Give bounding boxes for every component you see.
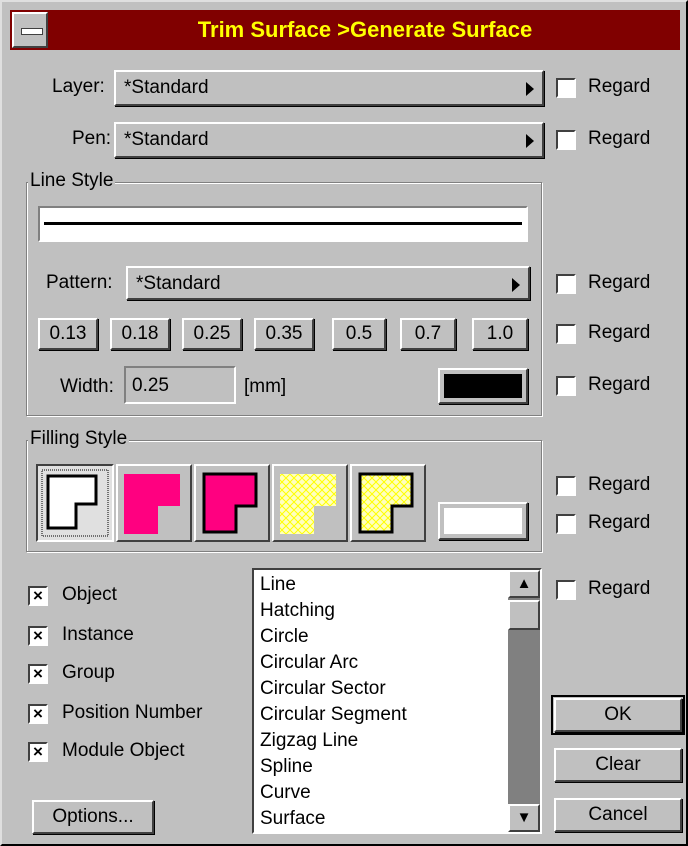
list-item[interactable]: Hatching bbox=[260, 598, 335, 624]
fill-regard-label-2: Regard bbox=[588, 512, 651, 533]
list-item[interactable]: Curve bbox=[260, 780, 311, 806]
list-regard-label: Regard bbox=[588, 578, 651, 599]
pattern-regard-checkbox[interactable] bbox=[556, 274, 576, 294]
object-checkbox[interactable]: × bbox=[28, 586, 48, 606]
pen-regard-checkbox[interactable] bbox=[556, 130, 576, 150]
instance-checkbox[interactable]: × bbox=[28, 626, 48, 646]
list-item[interactable]: Circular Segment bbox=[260, 702, 407, 728]
pattern-value: *Standard bbox=[136, 273, 221, 294]
group-checkbox[interactable]: × bbox=[28, 664, 48, 684]
layer-value: *Standard bbox=[124, 77, 209, 98]
clear-button[interactable]: Clear bbox=[554, 748, 682, 782]
layer-combo[interactable]: *Standard bbox=[114, 70, 544, 106]
width-button-0.35[interactable]: 0.35 bbox=[254, 318, 314, 350]
trim-surface-dialog: Trim Surface >Generate Surface Layer: *S… bbox=[0, 0, 688, 846]
fill-style-pattern-button[interactable] bbox=[272, 464, 348, 542]
layer-regard-checkbox[interactable] bbox=[556, 78, 576, 98]
scroll-down-icon[interactable]: ▼ bbox=[508, 804, 540, 832]
fill-regard-checkbox-1[interactable] bbox=[556, 476, 576, 496]
window-title: Trim Surface >Generate Surface bbox=[197, 17, 533, 42]
module-object-checkbox[interactable]: × bbox=[28, 742, 48, 762]
pen-label: Pen: bbox=[72, 128, 112, 149]
fill-outline-icon bbox=[41, 469, 109, 537]
cancel-button[interactable]: Cancel bbox=[554, 798, 682, 832]
fill-style-magenta-button[interactable] bbox=[116, 464, 192, 542]
object-label: Object bbox=[62, 584, 117, 605]
widths-regard-checkbox[interactable] bbox=[556, 324, 576, 344]
position-number-label: Position Number bbox=[62, 702, 203, 723]
fill-color-button[interactable] bbox=[438, 502, 528, 540]
module-object-label: Module Object bbox=[62, 740, 185, 761]
filling-style-title: Filling Style bbox=[28, 428, 130, 450]
pattern-combo[interactable]: *Standard bbox=[126, 266, 530, 300]
list-item[interactable]: Line bbox=[260, 572, 296, 598]
combo-arrow-icon bbox=[512, 278, 520, 292]
pen-combo[interactable]: *Standard bbox=[114, 122, 544, 158]
list-regard-checkbox[interactable] bbox=[556, 580, 576, 600]
line-style-title: Line Style bbox=[28, 170, 116, 192]
layer-label: Layer: bbox=[52, 76, 105, 97]
width-unit: [mm] bbox=[244, 376, 287, 397]
group-label: Group bbox=[62, 662, 115, 683]
options-button[interactable]: Options... bbox=[32, 800, 154, 834]
fill-style-magenta-outline-button[interactable] bbox=[194, 464, 270, 542]
pen-value: *Standard bbox=[124, 129, 209, 150]
fill-regard-checkbox-2[interactable] bbox=[556, 514, 576, 534]
list-scrollbar[interactable]: ▲ ▼ bbox=[508, 570, 540, 832]
width-button-0.25[interactable]: 0.25 bbox=[182, 318, 242, 350]
fill-pattern-icon bbox=[280, 474, 336, 534]
width-button-0.18[interactable]: 0.18 bbox=[110, 318, 170, 350]
fill-magenta-outline-icon bbox=[202, 472, 258, 534]
list-item[interactable]: Spline bbox=[260, 754, 313, 780]
width-button-0.7[interactable]: 0.7 bbox=[400, 318, 456, 350]
position-number-checkbox[interactable]: × bbox=[28, 704, 48, 724]
line-color-button[interactable] bbox=[438, 368, 528, 404]
width-button-1.0[interactable]: 1.0 bbox=[472, 318, 528, 350]
ok-button[interactable]: OK bbox=[551, 695, 685, 735]
list-item[interactable]: Circle bbox=[260, 624, 309, 650]
system-menu-icon bbox=[21, 28, 43, 35]
pattern-label: Pattern: bbox=[46, 272, 113, 293]
list-item[interactable]: Circular Arc bbox=[260, 650, 358, 676]
line-color-swatch bbox=[444, 374, 522, 398]
system-menu-button[interactable] bbox=[12, 12, 48, 48]
widths-regard-label: Regard bbox=[588, 322, 651, 343]
width-label: Width: bbox=[60, 376, 114, 397]
fill-color-swatch bbox=[444, 508, 522, 534]
fill-magenta-icon bbox=[124, 474, 180, 534]
width-value: 0.25 bbox=[132, 375, 169, 396]
fill-regard-label-1: Regard bbox=[588, 474, 651, 495]
fill-style-pattern-outline-button[interactable] bbox=[350, 464, 426, 542]
layer-regard-label: Regard bbox=[588, 76, 651, 97]
list-item[interactable]: Zigzag Line bbox=[260, 728, 358, 754]
combo-arrow-icon bbox=[526, 82, 534, 96]
list-item[interactable]: Circular Sector bbox=[260, 676, 386, 702]
pattern-regard-label: Regard bbox=[588, 272, 651, 293]
element-type-list[interactable]: Line Hatching Circle Circular Arc Circul… bbox=[252, 568, 542, 834]
pen-regard-label: Regard bbox=[588, 128, 651, 149]
color-regard-checkbox[interactable] bbox=[556, 376, 576, 396]
width-button-0.13[interactable]: 0.13 bbox=[38, 318, 98, 350]
instance-label: Instance bbox=[62, 624, 134, 645]
list-item[interactable]: Surface bbox=[260, 806, 325, 832]
combo-arrow-icon bbox=[526, 134, 534, 148]
line-preview bbox=[38, 206, 528, 242]
width-button-0.5[interactable]: 0.5 bbox=[332, 318, 386, 350]
scroll-thumb[interactable] bbox=[508, 600, 540, 630]
fill-style-outline-button[interactable] bbox=[36, 464, 114, 542]
color-regard-label: Regard bbox=[588, 374, 651, 395]
fill-pattern-outline-icon bbox=[358, 472, 414, 534]
width-field[interactable]: 0.25 bbox=[124, 366, 236, 404]
scroll-up-icon[interactable]: ▲ bbox=[508, 570, 540, 598]
